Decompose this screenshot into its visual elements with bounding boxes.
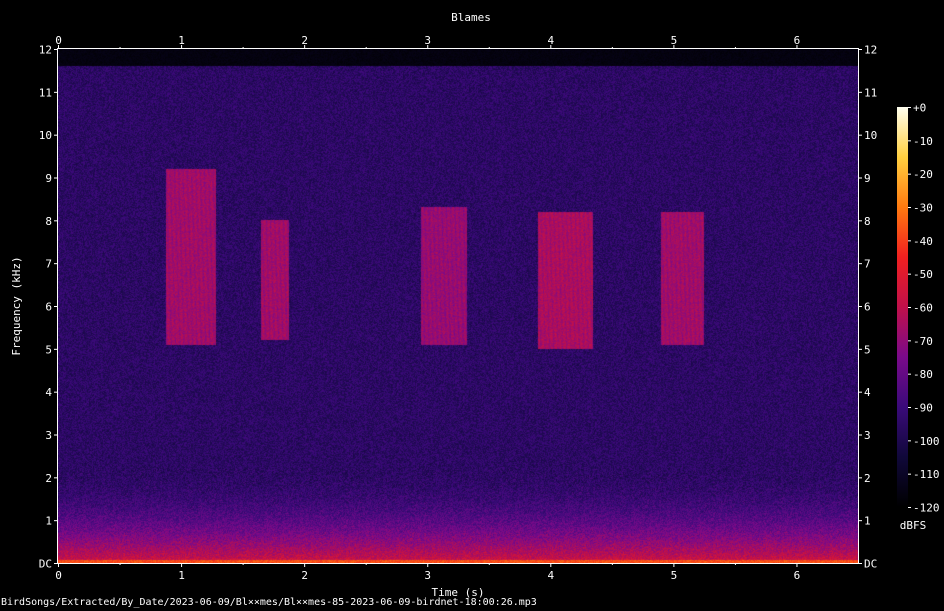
- x-tick-label: 3: [424, 569, 431, 582]
- y-tick-label: DC: [39, 558, 52, 571]
- y-axis-label: Frequency (kHz): [10, 256, 23, 355]
- colorbar-tick-label: -90: [913, 402, 933, 415]
- y-tick-label-right: 2: [864, 472, 871, 485]
- y-tick-label-right: 6: [864, 301, 871, 314]
- y-tick-label: 7: [45, 258, 52, 271]
- y-tick-label-right: 9: [864, 172, 871, 185]
- colorbar-tick-label: -10: [913, 135, 933, 148]
- colorbar: [897, 107, 908, 507]
- y-tick-label: 2: [45, 472, 52, 485]
- chart-title: Blames: [451, 11, 491, 24]
- y-tick-label-right: 10: [864, 129, 877, 142]
- y-tick-label-right: 11: [864, 86, 877, 99]
- y-tick-label-right: 12: [864, 44, 877, 57]
- y-tick-label-right: 8: [864, 215, 871, 228]
- y-tick-label: 1: [45, 515, 52, 528]
- colorbar-tick-label: -30: [913, 202, 933, 215]
- colorbar-tick-label: -20: [913, 168, 933, 181]
- x-tick-label-top: 3: [424, 34, 431, 47]
- x-tick-label-top: 5: [671, 34, 678, 47]
- spectrogram-chart: Blames 00112233445566 DC DC1 12 23 34 45 56 67 7…: [10, 11, 940, 599]
- spectrogram-image: [58, 49, 858, 563]
- colorbar-tick-label: -60: [913, 302, 933, 315]
- colorbar-tick-label: -100: [913, 435, 940, 448]
- colorbar-tick-label: -120: [913, 502, 940, 515]
- colorbar-label: dBFS: [900, 519, 927, 532]
- x-tick-label: 0: [55, 569, 62, 582]
- x-tick-label-top: 1: [178, 34, 185, 47]
- x-tick-label-top: 6: [794, 34, 801, 47]
- colorbar-tick-label: -110: [913, 468, 940, 481]
- y-tick-label-right: 5: [864, 343, 871, 356]
- x-tick-label-top: 2: [301, 34, 308, 47]
- spectrogram-plot-area: [58, 49, 858, 563]
- x-tick-label: 2: [301, 569, 308, 582]
- colorbar-ticks: +0 -10 -20 -30 -40 -50 -60 -70 -80 -90 -100 -110 -12…: [908, 102, 940, 515]
- y-tick-label: 11: [39, 86, 52, 99]
- y-tick-label-right: 3: [864, 429, 871, 442]
- y-tick-label: 5: [45, 343, 52, 356]
- y-tick-label: 3: [45, 429, 52, 442]
- file-path: BirdSongs/Extracted/By_Date/2023-06-09/B…: [1, 597, 537, 608]
- colorbar-tick-label: -70: [913, 335, 933, 348]
- x-tick-label: 4: [547, 569, 554, 582]
- y-tick-label-right: 7: [864, 258, 871, 271]
- colorbar-tick-label: -80: [913, 368, 933, 381]
- y-tick-label: 9: [45, 172, 52, 185]
- colorbar-tick-label: -40: [913, 235, 933, 248]
- y-tick-label-right: 1: [864, 515, 871, 528]
- y-tick-label: 8: [45, 215, 52, 228]
- y-tick-label: 6: [45, 301, 52, 314]
- colorbar-tick-label: +0: [913, 102, 926, 115]
- y-tick-label: 4: [45, 386, 52, 399]
- y-tick-label: 10: [39, 129, 52, 142]
- y-tick-label-right: DC: [864, 558, 877, 571]
- x-tick-label: 6: [794, 569, 801, 582]
- y-tick-label: 12: [39, 44, 52, 57]
- x-tick-label-top: 4: [547, 34, 554, 47]
- x-tick-label: 5: [671, 569, 678, 582]
- x-tick-label: 1: [178, 569, 185, 582]
- colorbar-tick-label: -50: [913, 268, 933, 281]
- x-tick-label-top: 0: [55, 34, 62, 47]
- y-tick-label-right: 4: [864, 386, 871, 399]
